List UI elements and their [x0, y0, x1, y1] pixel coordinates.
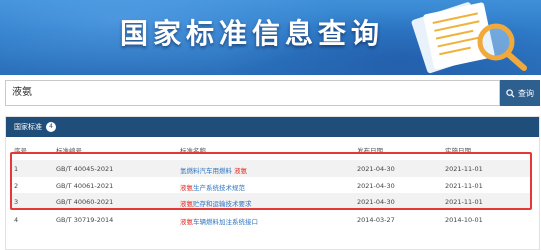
row-effective-date: 2021-11-01	[445, 198, 483, 206]
name-text: 车辆燃料加注系统接口	[193, 218, 258, 226]
row-name-link[interactable]: 液氨贮存和运输技术要求	[180, 198, 252, 208]
page-title: 国家标准信息查询	[120, 17, 385, 50]
table-row: 1 GB/T 40045-2021 氢燃料汽车用燃料 液氨 2021-04-30…	[10, 160, 530, 177]
row-effective-date: 2021-11-01	[445, 165, 483, 173]
document-magnifier-illustration	[411, 2, 527, 74]
header-divider	[10, 153, 530, 154]
keyword-highlight: 液氨	[234, 167, 248, 175]
row-index: 1	[14, 165, 19, 173]
row-code: GB/T 40060-2021	[56, 198, 114, 206]
row-effective-date: 2021-11-01	[445, 182, 483, 190]
row-name-link[interactable]: 液氨生产系统技术规范	[180, 182, 245, 192]
row-index: 4	[14, 216, 19, 224]
keyword-highlight: 液氨	[180, 184, 193, 192]
row-published-date: 2021-04-30	[357, 198, 395, 206]
row-published-date: 2021-04-30	[357, 165, 395, 173]
name-text: 氢燃料汽车用燃料	[180, 167, 235, 175]
search-button[interactable]: 查询	[500, 80, 540, 106]
row-code: GB/T 40061-2021	[56, 182, 114, 190]
search-icon	[506, 88, 515, 98]
table-row: 4 GB/T 30719-2014 液氨车辆燃料加注系统接口 2014-03-2…	[10, 211, 530, 228]
search-bar: 液氨 查询	[5, 80, 540, 106]
name-text: 贮存和运输技术要求	[193, 200, 252, 208]
keyword-highlight: 液氨	[180, 218, 193, 226]
row-name-link[interactable]: 氢燃料汽车用燃料 液氨	[180, 165, 247, 175]
search-input[interactable]: 液氨	[5, 80, 500, 106]
results-header: 国家标准 4	[6, 117, 539, 137]
row-index: 2	[14, 182, 19, 190]
header-banner: 国家标准信息查询	[0, 0, 541, 75]
row-published-date: 2014-03-27	[357, 216, 395, 224]
row-code: GB/T 40045-2021	[56, 165, 114, 173]
results-header-label: 国家标准	[14, 123, 42, 131]
row-index: 3	[14, 198, 19, 206]
row-code: GB/T 30719-2014	[56, 216, 114, 224]
results-count-badge: 4	[46, 122, 56, 132]
keyword-highlight: 液氨	[180, 200, 193, 208]
search-button-label: 查询	[518, 88, 534, 98]
row-published-date: 2021-04-30	[357, 182, 395, 190]
table-row: 3 GB/T 40060-2021 液氨贮存和运输技术要求 2021-04-30…	[10, 193, 530, 210]
table-row: 2 GB/T 40061-2021 液氨生产系统技术规范 2021-04-30 …	[10, 177, 530, 194]
name-text: 生产系统技术规范	[193, 184, 245, 192]
row-name-link[interactable]: 液氨车辆燃料加注系统接口	[180, 216, 258, 226]
row-effective-date: 2014-10-01	[445, 216, 483, 224]
